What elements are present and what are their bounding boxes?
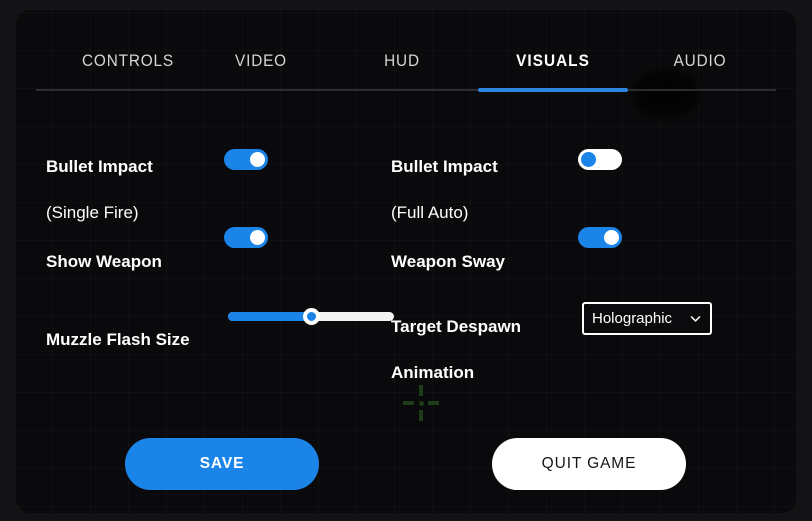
label-main: Bullet Impact — [391, 157, 498, 176]
crosshair-icon — [403, 385, 439, 421]
label-show-weapon: Show Weapon — [46, 227, 226, 273]
chevron-down-icon — [690, 316, 701, 322]
label-main: Bullet Impact — [46, 157, 153, 176]
label-weapon-sway: Weapon Sway — [391, 227, 571, 273]
slider-fill — [228, 312, 311, 321]
label-bullet-impact-single-fire: Bullet Impact (Single Fire) — [46, 132, 216, 224]
toggle-knob — [250, 230, 265, 245]
label-muzzle-flash-size: Muzzle Flash Size — [46, 305, 226, 351]
crosshair-bar-bottom — [419, 410, 423, 421]
crosshair-bar-top — [419, 385, 423, 396]
label-bullet-impact-full-auto: Bullet Impact (Full Auto) — [391, 132, 561, 224]
select-target-despawn-animation[interactable]: Holographic — [582, 302, 712, 335]
tab-hud[interactable]: HUD — [372, 46, 432, 76]
toggle-knob — [581, 152, 596, 167]
active-tab-underline — [478, 88, 628, 92]
crosshair-bar-right — [428, 401, 439, 405]
quit-game-button[interactable]: QUIT GAME — [492, 438, 686, 490]
slider-muzzle-flash-size[interactable] — [228, 308, 394, 325]
crosshair-bar-left — [403, 401, 414, 405]
slider-thumb[interactable] — [303, 308, 320, 325]
toggle-bullet-impact-full-auto[interactable] — [578, 149, 622, 170]
label-sub: Animation — [391, 363, 475, 382]
select-value: Holographic — [592, 310, 673, 327]
label-sub: (Single Fire) — [46, 203, 139, 222]
tab-audio[interactable]: AUDIO — [659, 46, 741, 76]
tab-video[interactable]: VIDEO — [221, 46, 301, 76]
crosshair-center-dot — [418, 400, 424, 406]
toggle-show-weapon[interactable] — [224, 227, 268, 248]
label-main: Target Despawn — [391, 317, 522, 336]
toggle-knob — [604, 230, 619, 245]
label-main: Weapon Sway — [391, 252, 505, 271]
settings-tabbar: CONTROLS VIDEO HUD VISUALS AUDIO — [16, 46, 796, 92]
save-button[interactable]: SAVE — [125, 438, 319, 490]
tab-visuals[interactable]: VISUALS — [483, 46, 623, 76]
label-target-despawn-animation: Target Despawn Animation — [391, 292, 576, 384]
label-sub: (Full Auto) — [391, 203, 469, 222]
label-main: Muzzle Flash Size — [46, 330, 190, 349]
tab-divider — [36, 89, 776, 91]
toggle-knob — [250, 152, 265, 167]
tab-controls[interactable]: CONTROLS — [74, 46, 182, 76]
toggle-weapon-sway[interactable] — [578, 227, 622, 248]
toggle-bullet-impact-single-fire[interactable] — [224, 149, 268, 170]
settings-panel: CONTROLS VIDEO HUD VISUALS AUDIO Bullet … — [16, 10, 796, 513]
label-main: Show Weapon — [46, 252, 162, 271]
